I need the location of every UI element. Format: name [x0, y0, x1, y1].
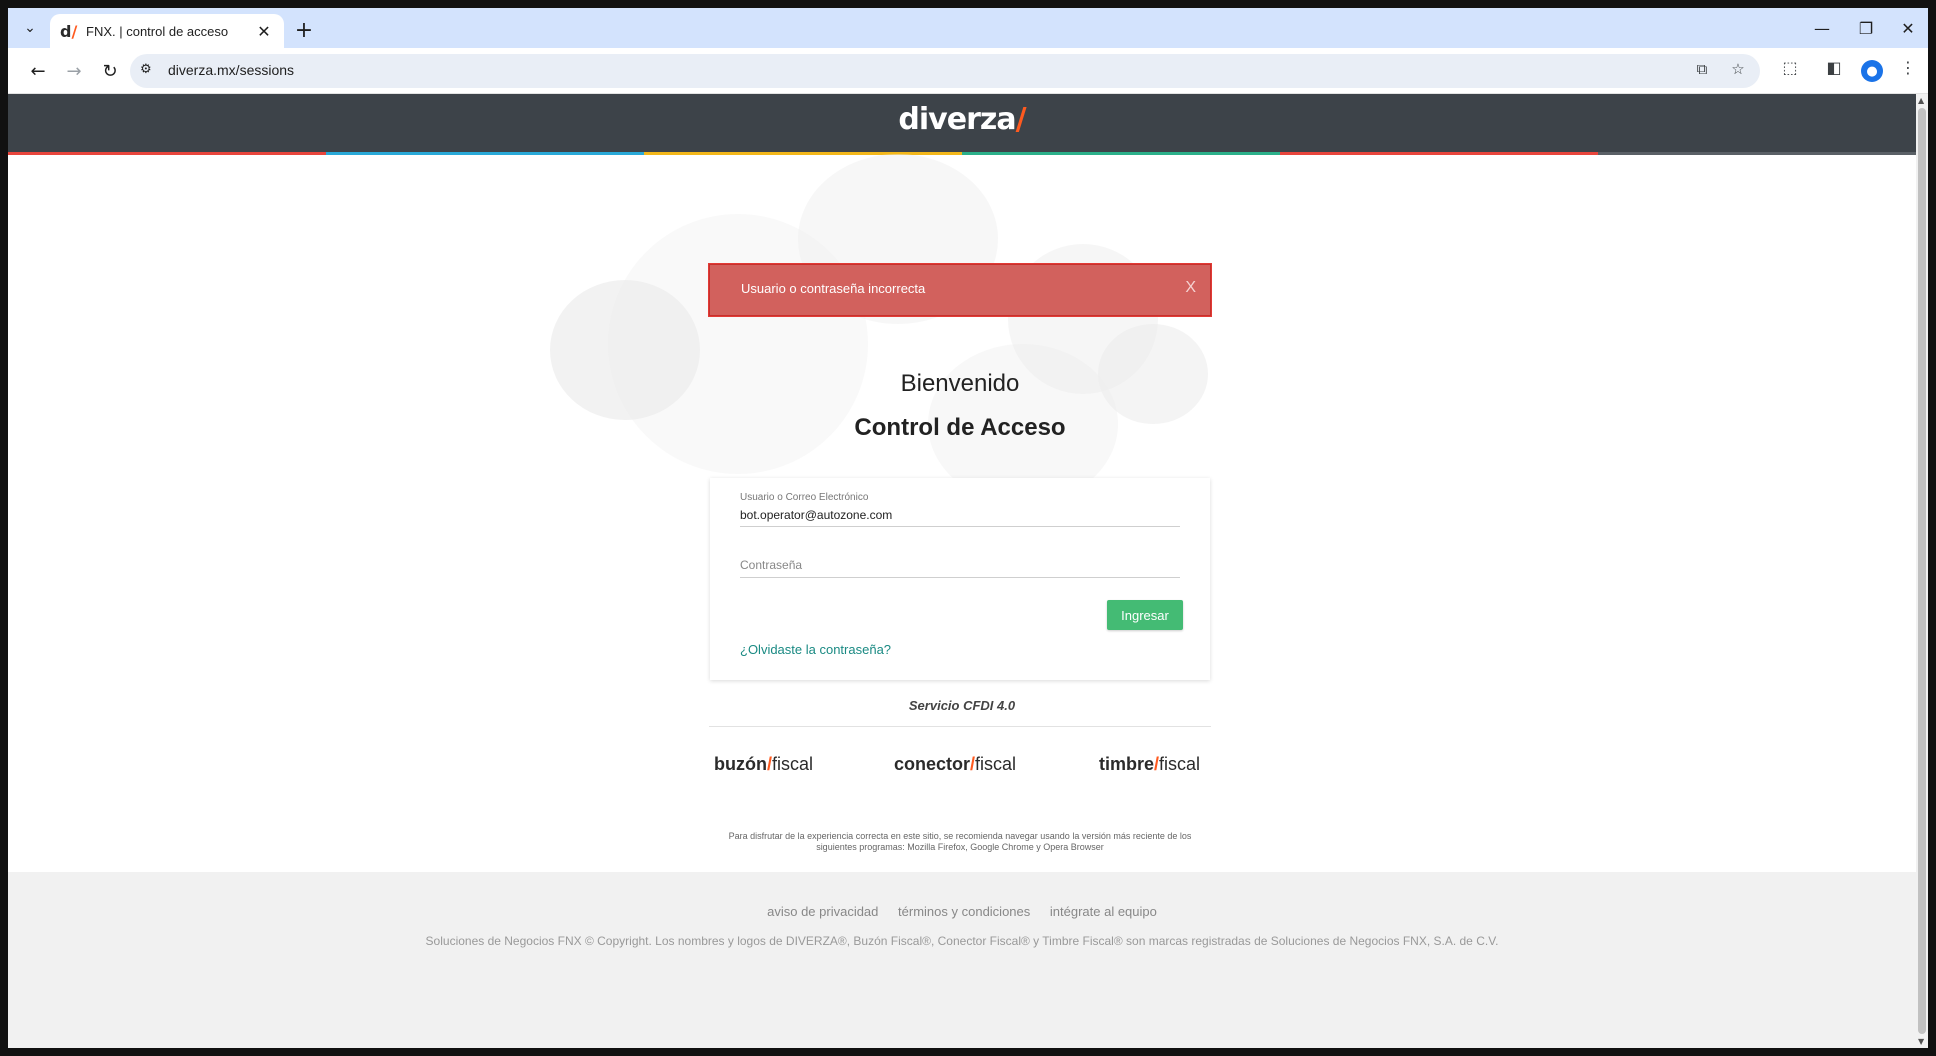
address-bar[interactable]: ⚙ diverza.mx/sessions ⧉ ☆	[130, 54, 1760, 88]
brand-name: timbre	[1099, 754, 1155, 774]
stripe-dark	[1598, 152, 1916, 155]
stripe-blue	[326, 152, 644, 155]
browser-toolbar: ← → ↻ ⚙ diverza.mx/sessions ⧉ ☆ ⬚ ◧ ● ⋮	[8, 48, 1928, 94]
screen: ⌄ d/ FNX. | control de acceso ✕ + — ❐ ✕ …	[0, 0, 1936, 1056]
stripe-red-2	[1280, 152, 1598, 155]
scroll-down-icon[interactable]: ▼	[1918, 1037, 1924, 1046]
site-header: diverza/	[8, 94, 1916, 152]
brand-suffix: fiscal	[772, 754, 814, 774]
brand-name: buzón	[714, 754, 767, 774]
join-team-link[interactable]: intégrate al equipo	[1050, 904, 1157, 919]
scroll-up-icon[interactable]: ▲	[1918, 96, 1924, 105]
color-stripe	[8, 152, 1916, 155]
tab-strip: ⌄ d/ FNX. | control de acceso ✕ + — ❐ ✕	[8, 8, 1928, 48]
alert-close-button[interactable]: X	[1185, 279, 1196, 297]
stripe-red	[8, 152, 326, 155]
welcome-title: Bienvenido	[900, 370, 1020, 397]
menu-icon[interactable]: ⋮	[1894, 58, 1922, 84]
forgot-password-link[interactable]: ¿Olvidaste la contraseña?	[740, 642, 891, 657]
timbre-fiscal-logo[interactable]: timbre/fiscal	[1099, 754, 1200, 775]
user-field[interactable]	[740, 508, 1180, 527]
bookmark-star-icon[interactable]: ☆	[1726, 60, 1750, 82]
side-panel-icon[interactable]: ◧	[1820, 58, 1848, 84]
brand-suffix: fiscal	[975, 754, 1017, 774]
error-alert: Usuario o contraseña incorrecta X	[708, 263, 1212, 317]
minimize-icon[interactable]: —	[1802, 14, 1842, 42]
service-label: Servicio CFDI 4.0	[908, 698, 1016, 713]
window-close-icon[interactable]: ✕	[1888, 14, 1928, 42]
privacy-link[interactable]: aviso de privacidad	[767, 904, 878, 919]
profile-icon[interactable]: ●	[1861, 60, 1883, 82]
conector-fiscal-logo[interactable]: conector/fiscal	[894, 754, 1016, 775]
stripe-green	[962, 152, 1280, 155]
browser-window: ⌄ d/ FNX. | control de acceso ✕ + — ❐ ✕ …	[8, 8, 1928, 1048]
buzon-fiscal-logo[interactable]: buzón/fiscal	[714, 754, 813, 775]
terms-link[interactable]: términos y condiciones	[898, 904, 1030, 919]
logo-text: diverza	[898, 102, 1016, 137]
browser-notice: Para disfrutar de la experiencia correct…	[709, 831, 1211, 853]
diverza-logo[interactable]: diverza/	[8, 102, 1916, 137]
forward-icon[interactable]: →	[60, 57, 88, 85]
scroll-thumb[interactable]	[1918, 108, 1926, 1034]
page-title: Control de Acceso	[854, 414, 1066, 441]
tab-title: FNX. | control de acceso	[86, 23, 229, 39]
notice-line: Para disfrutar de la experiencia correct…	[728, 831, 1192, 841]
login-button[interactable]: Ingresar	[1107, 600, 1183, 630]
site-info-icon[interactable]: ⚙	[140, 62, 152, 77]
divider	[709, 726, 1211, 727]
extensions-icon[interactable]: ⬚	[1776, 58, 1804, 84]
back-icon[interactable]: ←	[24, 57, 52, 85]
tab-search-icon[interactable]: ⌄	[16, 14, 44, 42]
brand-name: conector	[894, 754, 971, 774]
user-field-label: Usuario o Correo Electrónico	[740, 492, 869, 503]
restore-icon[interactable]: ❐	[1846, 14, 1886, 42]
alert-message: Usuario o contraseña incorrecta	[741, 281, 926, 296]
url-text[interactable]: diverza.mx/sessions	[168, 62, 294, 78]
close-icon[interactable]: ✕	[254, 22, 274, 41]
copyright-text: Soluciones de Negocios FNX © Copyright. …	[425, 934, 1499, 948]
page-scrollbar[interactable]: ▲ ▼	[1916, 94, 1928, 1048]
site-footer: aviso de privacidad términos y condicion…	[8, 872, 1916, 1048]
new-tab-icon[interactable]: +	[290, 16, 318, 44]
tab-active[interactable]: d/ FNX. | control de acceso ✕	[50, 14, 284, 48]
reload-icon[interactable]: ↻	[96, 57, 124, 85]
notice-line: siguientes programas: Mozilla Firefox, G…	[816, 842, 1104, 852]
password-field[interactable]	[740, 556, 1180, 578]
translate-icon[interactable]: ⧉	[1690, 60, 1714, 82]
brand-suffix: fiscal	[1159, 754, 1201, 774]
logo-slash: /	[1015, 102, 1027, 137]
page-viewport: diverza/ Usuario o contraseña incorrecta…	[8, 94, 1916, 1048]
login-header: Bienvenido Control de Acceso	[709, 316, 1211, 478]
footer-links: aviso de privacidad términos y condicion…	[8, 904, 1916, 919]
login-form: Usuario o Correo Electrónico Ingresar ¿O…	[710, 478, 1210, 680]
favicon-icon: d/	[60, 21, 78, 41]
